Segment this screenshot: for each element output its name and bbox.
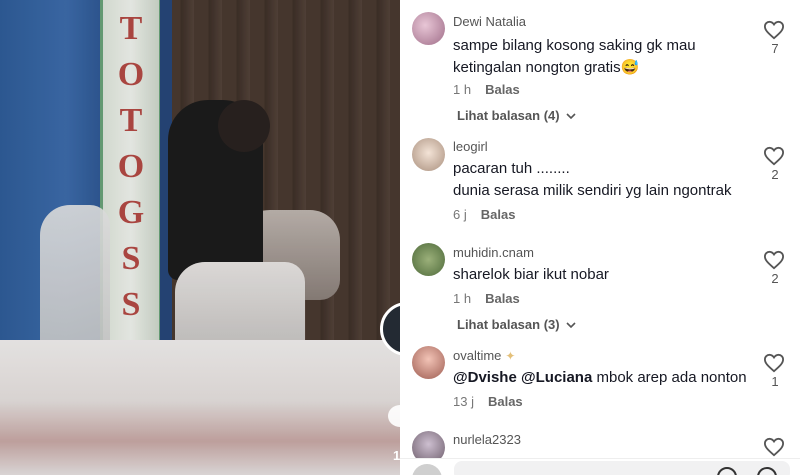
comment-username[interactable]: ovaltime ✦	[453, 348, 515, 363]
comment-text: sharelok biar ikut nobar	[453, 266, 609, 283]
comment-text-line: pacaran tuh ........	[453, 160, 570, 177]
comment-username[interactable]: Dewi Natalia	[453, 14, 526, 29]
reply-button[interactable]: Balas	[485, 291, 520, 306]
avatar[interactable]	[412, 138, 445, 171]
comment-username[interactable]: nurlela2323	[453, 432, 521, 447]
comment-time: 13 j	[453, 394, 474, 409]
like-count: 2	[771, 167, 779, 182]
comment-username[interactable]: muhidin.cnam	[453, 245, 534, 260]
mention-link[interactable]: @Dvishe	[453, 369, 517, 386]
comment-text-rest: mbok arep ada nonton	[596, 369, 747, 386]
avatar[interactable]	[412, 12, 445, 45]
comment-text: @Dvishe @Luciana mbok arep ada nonton	[453, 367, 753, 389]
comment-text-line: dunia serasa milik sendiri yg lain ngont…	[453, 182, 732, 199]
sparkle-icon: ✦	[505, 348, 516, 363]
comment-username[interactable]: leogirl	[453, 139, 488, 154]
video-overlay	[0, 0, 400, 475]
like-count: 1	[771, 374, 779, 389]
comment-time: 6 j	[453, 207, 467, 222]
video-player[interactable]: T O T O G S S	[0, 0, 400, 475]
heart-icon[interactable]	[763, 250, 785, 270]
like-count: 7	[771, 41, 779, 56]
comment-meta: 6 j Balas	[453, 207, 515, 222]
avatar[interactable]	[412, 243, 445, 276]
mention-link[interactable]: @Luciana	[521, 369, 592, 386]
comment-text: sampe bilang kosong saking gk mau keting…	[453, 37, 696, 76]
comment-meta: 1 h Balas	[453, 291, 520, 306]
comment-time: 1 h	[453, 82, 472, 97]
view-replies-button[interactable]: Lihat balasan (4)	[457, 108, 576, 123]
reply-button[interactable]: Balas	[481, 207, 516, 222]
chevron-down-icon	[566, 321, 576, 328]
comments-panel: Dewi Natalia sampe bilang kosong saking …	[400, 0, 800, 475]
reply-button[interactable]: Balas	[485, 82, 520, 97]
reply-button[interactable]: Balas	[488, 394, 523, 409]
comment-meta: 1 h Balas	[453, 82, 520, 97]
avatar[interactable]	[412, 346, 445, 379]
heart-icon[interactable]	[763, 146, 785, 166]
view-replies-button[interactable]: Lihat balasan (3)	[457, 317, 576, 332]
comment-time: 1 h	[453, 291, 472, 306]
comment-text: pacaran tuh ........ dunia serasa milik …	[453, 158, 753, 202]
comment-input-field[interactable]	[454, 461, 790, 475]
heart-icon[interactable]	[763, 20, 785, 40]
heart-icon[interactable]	[763, 437, 785, 457]
comment-meta: 13 j Balas	[453, 394, 523, 409]
chevron-down-icon	[566, 112, 576, 119]
like-count: 2	[771, 271, 779, 286]
heart-icon[interactable]	[763, 353, 785, 373]
